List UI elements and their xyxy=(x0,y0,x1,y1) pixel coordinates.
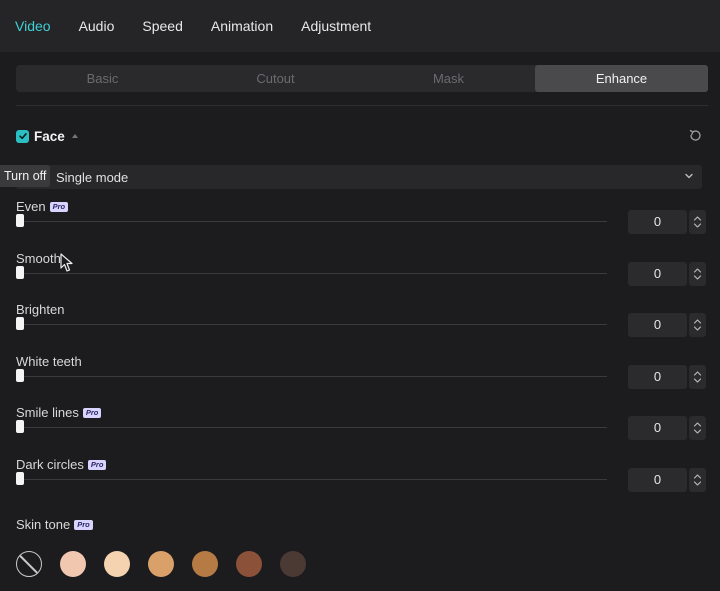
skin-tone-swatch-4[interactable] xyxy=(192,551,218,577)
checkmark-icon xyxy=(18,133,27,140)
section-divider xyxy=(16,105,708,106)
face-label: Face xyxy=(34,128,65,144)
mouse-cursor-icon xyxy=(60,253,73,272)
slider-thumb[interactable] xyxy=(16,420,24,433)
face-checkbox[interactable] xyxy=(16,129,29,143)
pro-badge: Pro xyxy=(82,407,102,418)
skin-tone-swatch-1[interactable] xyxy=(60,551,86,577)
skin-tone-swatch-3[interactable] xyxy=(148,551,174,577)
value-stepper[interactable] xyxy=(689,313,706,337)
up-down-chevron-icon xyxy=(693,422,702,434)
value-stepper[interactable] xyxy=(689,468,706,492)
turn-off-tooltip: Turn off xyxy=(0,165,51,187)
subtab-enhance[interactable]: Enhance xyxy=(535,65,708,92)
slider-thumb[interactable] xyxy=(16,472,24,485)
slider-track[interactable] xyxy=(16,376,607,377)
slider-value-input[interactable]: 0 xyxy=(628,210,687,234)
slider-value-input[interactable]: 0 xyxy=(628,313,687,337)
skin-tone-header: Skin tone Pro xyxy=(16,517,93,532)
slider-smooth: Smooth 0 xyxy=(16,251,706,299)
subtab-segmented-control: Basic Cutout Mask Enhance xyxy=(16,65,708,92)
slider-label: Smile lines xyxy=(16,405,79,420)
tab-adjustment[interactable]: Adjustment xyxy=(301,18,371,34)
slider-track[interactable] xyxy=(16,273,607,274)
pro-badge: Pro xyxy=(74,519,93,530)
slider-value-input[interactable]: 0 xyxy=(628,468,687,492)
slider-track[interactable] xyxy=(16,427,607,428)
value-stepper[interactable] xyxy=(689,210,706,234)
tab-animation[interactable]: Animation xyxy=(211,18,273,34)
slider-label: Even xyxy=(16,199,46,214)
up-down-chevron-icon xyxy=(693,371,702,383)
pro-badge: Pro xyxy=(49,201,69,212)
skin-tone-swatches xyxy=(16,551,324,577)
value-stepper[interactable] xyxy=(689,416,706,440)
slider-track[interactable] xyxy=(16,324,607,325)
slider-label: Smooth xyxy=(16,251,61,266)
slider-dark-circles: Dark circles Pro 0 xyxy=(16,457,706,505)
chevron-down-icon xyxy=(685,173,693,179)
tab-audio[interactable]: Audio xyxy=(79,18,115,34)
top-tab-bar: Video Audio Speed Animation Adjustment xyxy=(0,0,720,52)
pro-badge: Pro xyxy=(87,459,107,470)
slider-label: Brighten xyxy=(16,302,65,317)
subtab-mask[interactable]: Mask xyxy=(362,65,535,92)
subtab-cutout[interactable]: Cutout xyxy=(189,65,362,92)
slider-brighten: Brighten 0 xyxy=(16,302,706,350)
tab-speed[interactable]: Speed xyxy=(142,18,182,34)
reset-icon[interactable] xyxy=(688,128,703,143)
subtab-basic[interactable]: Basic xyxy=(16,65,189,92)
slider-track[interactable] xyxy=(16,479,607,480)
face-section-header: Face xyxy=(16,127,78,145)
slider-value-input[interactable]: 0 xyxy=(628,365,687,389)
value-stepper[interactable] xyxy=(689,365,706,389)
skin-tone-swatch-2[interactable] xyxy=(104,551,130,577)
slider-value-input[interactable]: 0 xyxy=(628,416,687,440)
slider-even: Even Pro 0 xyxy=(16,199,706,247)
value-stepper[interactable] xyxy=(689,262,706,286)
slider-label: White teeth xyxy=(16,354,82,369)
slider-thumb[interactable] xyxy=(16,266,24,279)
no-skin-tone-icon[interactable] xyxy=(16,551,42,577)
up-down-chevron-icon xyxy=(693,216,702,228)
slider-smile-lines: Smile lines Pro 0 xyxy=(16,405,706,453)
slider-track[interactable] xyxy=(16,221,607,222)
face-mode-value: Single mode xyxy=(56,170,129,185)
tab-video[interactable]: Video xyxy=(15,18,51,34)
skin-tone-swatch-5[interactable] xyxy=(236,551,262,577)
up-down-chevron-icon xyxy=(693,474,702,486)
up-down-chevron-icon xyxy=(693,319,702,331)
slider-thumb[interactable] xyxy=(16,369,24,382)
slider-thumb[interactable] xyxy=(16,214,24,227)
slider-thumb[interactable] xyxy=(16,317,24,330)
collapse-caret-icon[interactable] xyxy=(71,134,78,138)
skin-tone-swatch-6[interactable] xyxy=(280,551,306,577)
slider-white-teeth: White teeth 0 xyxy=(16,354,706,402)
slider-value-input[interactable]: 0 xyxy=(628,262,687,286)
slider-label: Dark circles xyxy=(16,457,84,472)
face-mode-select[interactable]: Single mode xyxy=(16,165,702,189)
skin-tone-label: Skin tone xyxy=(16,517,71,532)
up-down-chevron-icon xyxy=(693,268,702,280)
